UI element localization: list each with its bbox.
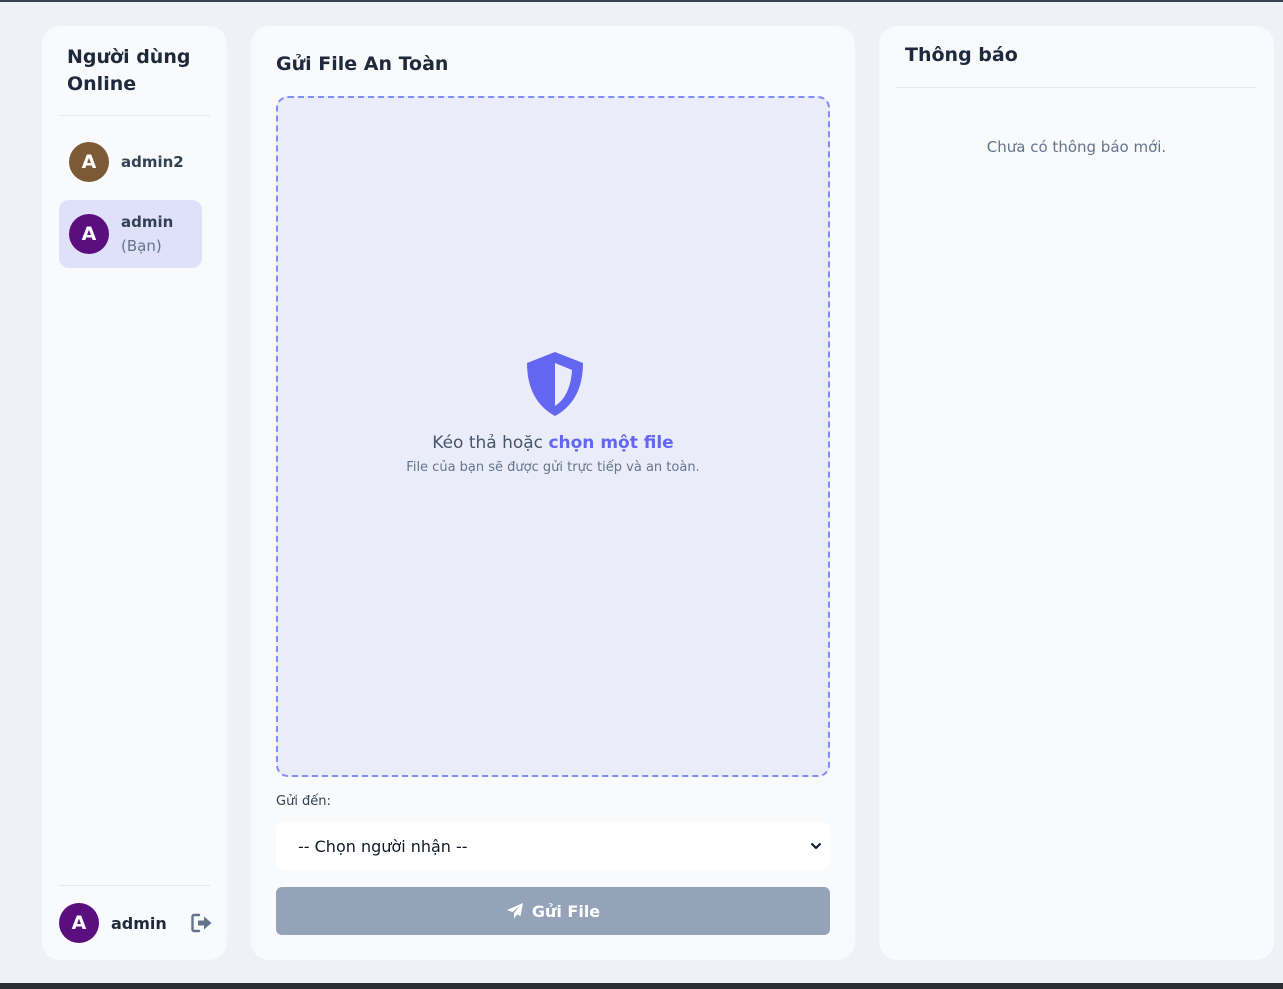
shield-icon bbox=[527, 352, 583, 416]
online-user-name: admin bbox=[121, 213, 174, 231]
dropzone-prompt: Kéo thả hoặc chọn một file bbox=[278, 433, 828, 453]
send-file-panel: Gửi File An Toàn Kéo thả hoặc chọn một f… bbox=[251, 26, 855, 960]
online-users-title: Người dùng Online bbox=[67, 46, 191, 95]
online-users-panel: Người dùng Online A admin2 A admin (Bạn)… bbox=[42, 26, 227, 960]
window-bottom-border bbox=[0, 983, 1283, 989]
divider bbox=[896, 87, 1256, 88]
dropzone-prompt-text: Kéo thả hoặc bbox=[432, 433, 544, 453]
online-user-item-admin2[interactable]: A admin2 bbox=[59, 136, 202, 188]
send-file-button-label: Gửi File bbox=[531, 901, 601, 921]
notifications-empty-text: Chưa có thông báo mới. bbox=[986, 138, 1167, 156]
avatar: A bbox=[59, 903, 99, 943]
logout-icon[interactable] bbox=[191, 913, 213, 933]
recipient-select[interactable]: -- Chọn người nhận -- bbox=[276, 822, 830, 870]
online-user-self-suffix: (Bạn) bbox=[121, 237, 162, 255]
notifications-title: Thông báo bbox=[905, 44, 1018, 66]
avatar: A bbox=[69, 142, 109, 182]
online-user-item-admin[interactable]: A admin (Bạn) bbox=[59, 200, 202, 268]
window-top-border bbox=[0, 0, 1283, 2]
divider bbox=[59, 885, 210, 886]
send-file-title: Gửi File An Toàn bbox=[276, 53, 449, 75]
dropzone-subtext: File của bạn sẽ được gửi trực tiếp và an… bbox=[406, 460, 700, 475]
recipient-select-value: -- Chọn người nhận -- bbox=[298, 836, 468, 856]
avatar: A bbox=[69, 214, 109, 254]
send-file-button[interactable]: Gửi File bbox=[276, 887, 830, 935]
divider bbox=[59, 115, 210, 116]
notifications-panel: Thông báo Chưa có thông báo mới. bbox=[879, 26, 1274, 960]
file-dropzone[interactable]: Kéo thả hoặc chọn một file File của bạn … bbox=[276, 96, 830, 777]
online-user-name: admin2 bbox=[121, 153, 184, 171]
paper-plane-icon bbox=[506, 903, 523, 919]
current-user-name: admin bbox=[111, 913, 167, 933]
recipient-label: Gửi đến: bbox=[276, 794, 331, 809]
choose-file-link[interactable]: chọn một file bbox=[548, 433, 673, 453]
chevron-down-icon bbox=[811, 843, 821, 849]
current-user: A admin bbox=[59, 903, 213, 943]
